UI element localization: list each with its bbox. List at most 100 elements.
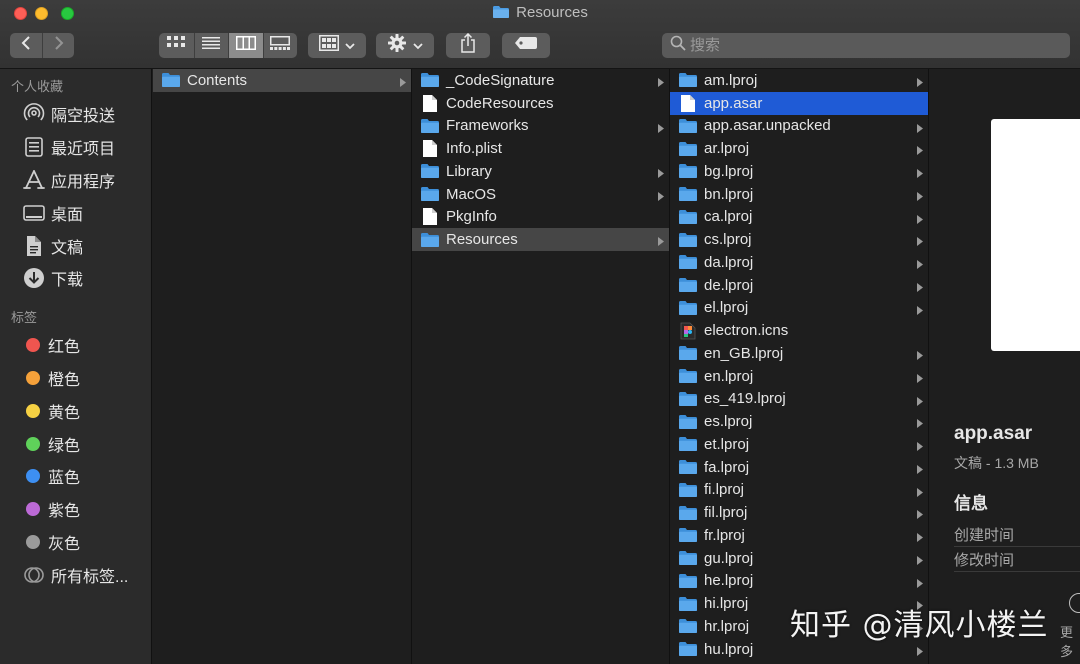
preview-created-label: 创建时间 <box>954 527 1015 544</box>
file-row[interactable]: cs.lproj <box>670 228 928 251</box>
file-row[interactable]: am.lproj <box>670 69 928 92</box>
window-title-text: Resources <box>516 4 588 21</box>
sidebar-item-label: 黄色 <box>48 404 81 422</box>
sidebar-item-applications[interactable]: 应用程序 <box>0 164 151 197</box>
file-row[interactable]: app.asar.unpacked <box>670 115 928 138</box>
folder-icon <box>678 276 698 294</box>
sidebar-item-airdrop[interactable]: 隔空投送 <box>0 98 151 131</box>
icns-file-icon <box>678 322 698 340</box>
sidebar-item-label: 红色 <box>48 339 81 357</box>
file-name: es.lproj <box>704 413 753 431</box>
file-row[interactable]: MacOS <box>412 183 669 206</box>
file-row[interactable]: Frameworks <box>412 115 669 138</box>
file-row[interactable]: de.lproj <box>670 274 928 297</box>
back-forward-group <box>10 33 74 58</box>
more-button[interactable]: 更多 <box>1060 622 1080 660</box>
watermark: 知乎 @清风小楼兰 <box>790 608 1049 643</box>
file-row[interactable]: electron.icns <box>670 319 928 342</box>
sidebar-item-documents[interactable]: 文稿 <box>0 229 151 262</box>
sidebar-tag-purple[interactable]: 紫色 <box>0 493 151 526</box>
disclosure-arrow-icon <box>916 576 924 593</box>
divider <box>954 571 1080 572</box>
tag-dot-icon <box>26 370 40 385</box>
file-name: Contents <box>187 71 248 89</box>
chevron-down-icon <box>413 37 423 55</box>
group-grid-icon <box>319 35 339 56</box>
sidebar-tag-orange[interactable]: 橙色 <box>0 362 151 395</box>
list-view-button[interactable] <box>193 33 229 58</box>
share-button[interactable] <box>446 32 490 58</box>
sidebar-item-label: 最近项目 <box>51 141 116 159</box>
back-button[interactable] <box>10 33 42 58</box>
sidebar-item-label: 应用程序 <box>51 173 116 191</box>
tag-icon <box>514 36 538 55</box>
gallery-view-button[interactable] <box>262 33 298 58</box>
sidebar-tag-green[interactable]: 绿色 <box>0 427 151 460</box>
folder-icon <box>678 572 698 590</box>
file-row[interactable]: es.lproj <box>670 410 928 433</box>
disclosure-arrow-icon <box>916 371 924 388</box>
disclosure-arrow-icon <box>916 303 924 320</box>
gear-icon <box>387 33 407 58</box>
sidebar-item-label: 蓝色 <box>48 470 81 488</box>
group-by-button[interactable] <box>308 33 366 58</box>
file-row[interactable]: he.lproj <box>670 570 928 593</box>
search-input[interactable] <box>690 37 1050 54</box>
preview-file-kind: 文稿 - 1.3 MB <box>954 455 1039 471</box>
desktop-icon <box>22 201 46 225</box>
sidebar-tag-yellow[interactable]: 黄色 <box>0 394 151 427</box>
file-row[interactable]: Resources <box>412 228 669 251</box>
file-row[interactable]: PkgInfo <box>412 206 669 229</box>
file-row[interactable]: en.lproj <box>670 365 928 388</box>
file-row[interactable]: bn.lproj <box>670 183 928 206</box>
folder-icon <box>678 504 698 522</box>
file-row[interactable]: ar.lproj <box>670 137 928 160</box>
file-name: Frameworks <box>446 117 529 135</box>
file-row[interactable]: _CodeSignature <box>412 69 669 92</box>
file-row[interactable]: el.lproj <box>670 297 928 320</box>
column-items: Contents <box>153 69 411 92</box>
file-row[interactable]: fr.lproj <box>670 524 928 547</box>
document-preview-image <box>991 119 1080 351</box>
file-row[interactable]: gu.lproj <box>670 547 928 570</box>
column-view-button[interactable] <box>228 33 263 58</box>
file-row[interactable]: et.lproj <box>670 433 928 456</box>
sidebar-tag-red[interactable]: 红色 <box>0 329 151 362</box>
disclosure-arrow-icon <box>916 416 924 433</box>
file-row[interactable]: ca.lproj <box>670 206 928 229</box>
folder-icon <box>678 299 698 317</box>
forward-button[interactable] <box>42 33 74 58</box>
file-row[interactable]: es_419.lproj <box>670 388 928 411</box>
action-button[interactable] <box>376 33 434 58</box>
file-row[interactable]: Info.plist <box>412 137 669 160</box>
sidebar-tag-gray[interactable]: 灰色 <box>0 526 151 559</box>
sidebar-tag-blue[interactable]: 蓝色 <box>0 460 151 493</box>
file-row[interactable]: CodeResources <box>412 92 669 115</box>
file-name: am.lproj <box>704 71 758 89</box>
browser-column-3: am.lproj app.asar app.asar.unpacked ar.lpro… <box>670 69 929 664</box>
folder-icon <box>420 162 440 180</box>
file-row[interactable]: app.asar <box>670 91 928 115</box>
tag-button[interactable] <box>502 33 550 58</box>
search-field[interactable] <box>662 33 1070 58</box>
document-icon <box>678 94 698 112</box>
more-icon[interactable] <box>1069 593 1080 613</box>
documents-icon <box>22 234 46 258</box>
icon-view-button[interactable] <box>159 33 194 58</box>
sidebar-all-tags[interactable]: 所有标签... <box>0 558 151 591</box>
disclosure-arrow-icon <box>657 189 665 206</box>
file-row[interactable]: Library <box>412 160 669 183</box>
sidebar-item-desktop[interactable]: 桌面 <box>0 196 151 229</box>
file-row[interactable]: fi.lproj <box>670 479 928 502</box>
sidebar-item-recents[interactable]: 最近项目 <box>0 131 151 164</box>
file-row[interactable]: fa.lproj <box>670 456 928 479</box>
file-row[interactable]: en_GB.lproj <box>670 342 928 365</box>
sidebar-item-label: 橙色 <box>48 371 81 389</box>
file-row[interactable]: fil.lproj <box>670 501 928 524</box>
file-row[interactable]: da.lproj <box>670 251 928 274</box>
share-icon <box>460 32 476 58</box>
file-row[interactable]: bg.lproj <box>670 160 928 183</box>
file-row[interactable]: Contents <box>153 69 411 92</box>
sidebar-item-downloads[interactable]: 下载 <box>0 262 151 295</box>
folder-icon <box>161 71 181 89</box>
